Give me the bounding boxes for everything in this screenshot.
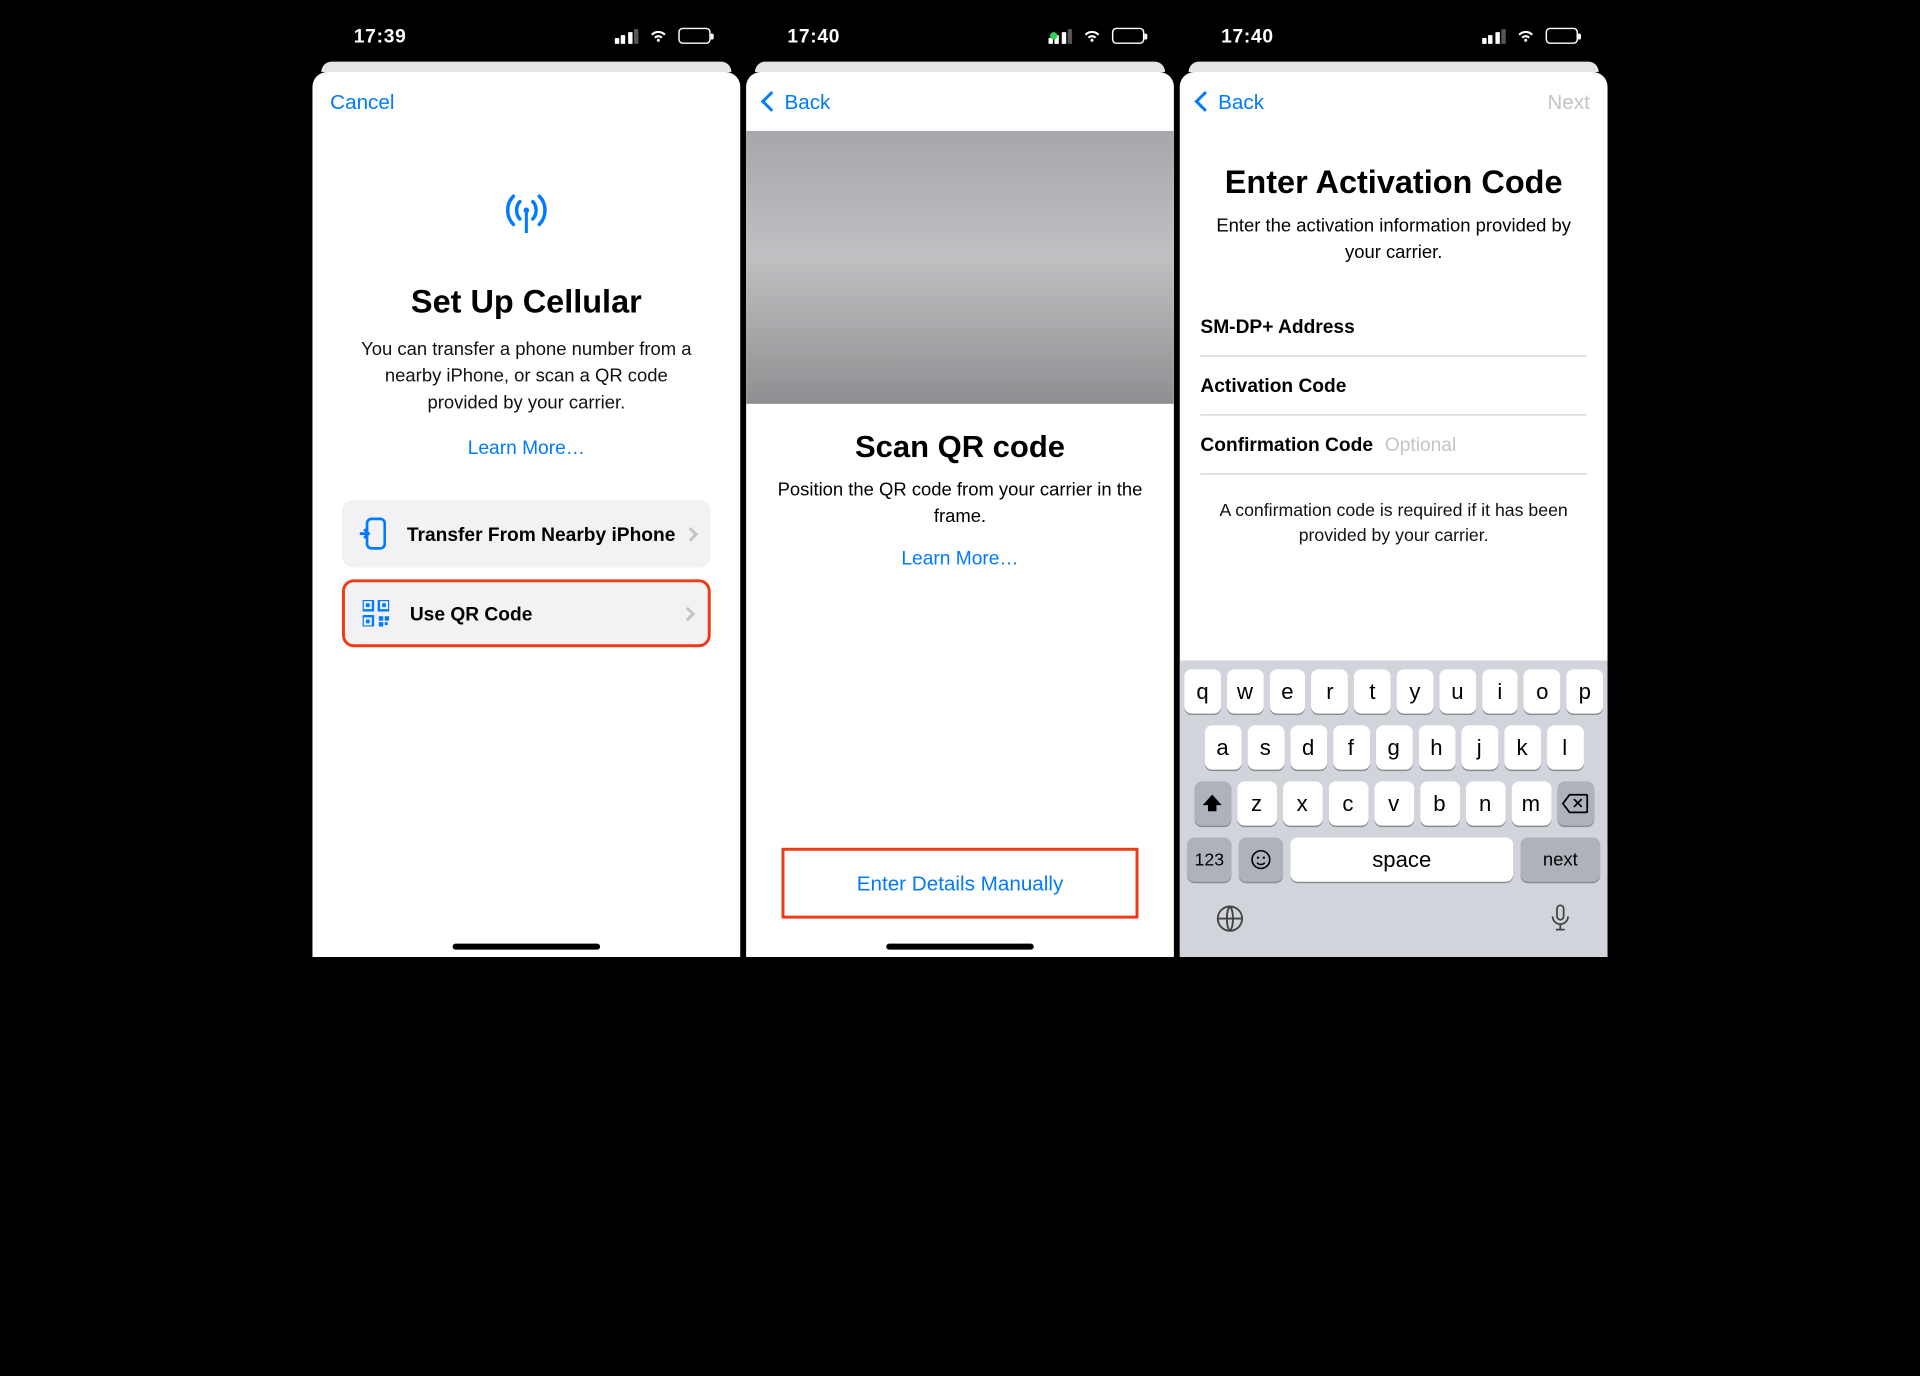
key-y[interactable]: y — [1397, 669, 1434, 713]
key-p[interactable]: p — [1567, 669, 1604, 713]
home-indicator[interactable] — [453, 944, 601, 950]
key-d[interactable]: d — [1290, 725, 1327, 769]
learn-more-link[interactable]: Learn More… — [468, 437, 585, 459]
status-bar: 17:40 — [743, 10, 1177, 62]
status-time: 17:40 — [1221, 25, 1274, 47]
nav-bar: Back Next — [1180, 72, 1608, 131]
option-transfer-nearby[interactable]: Transfer From Nearby iPhone — [342, 500, 711, 568]
camera-viewfinder — [746, 131, 1174, 404]
key-b[interactable]: b — [1419, 781, 1459, 825]
page-title: Enter Activation Code — [1200, 163, 1586, 201]
chevron-right-icon — [684, 527, 699, 542]
back-button[interactable]: Back — [1197, 90, 1264, 114]
key-i[interactable]: i — [1482, 669, 1519, 713]
key-v[interactable]: v — [1374, 781, 1414, 825]
qr-code-icon — [360, 601, 392, 628]
wifi-icon — [1515, 25, 1537, 47]
key-s[interactable]: s — [1247, 725, 1284, 769]
keyboard: qwertyuiop asdfghjkl zxcvbnm 123 space n… — [1180, 660, 1608, 956]
key-a[interactable]: a — [1204, 725, 1241, 769]
nav-bar: Cancel — [312, 72, 740, 131]
space-key[interactable]: space — [1290, 837, 1513, 881]
globe-key[interactable] — [1214, 902, 1246, 942]
cellular-icon — [494, 187, 559, 240]
field-placeholder: Optional — [1385, 433, 1456, 455]
key-e[interactable]: e — [1269, 669, 1306, 713]
option-label: Transfer From Nearby iPhone — [407, 523, 676, 545]
backspace-key[interactable] — [1557, 781, 1594, 825]
dictation-key[interactable] — [1547, 902, 1574, 942]
key-u[interactable]: u — [1439, 669, 1476, 713]
key-l[interactable]: l — [1546, 725, 1583, 769]
status-time: 17:40 — [787, 25, 840, 47]
cellular-signal-icon — [1481, 28, 1505, 43]
page-subtitle: You can transfer a phone number from a n… — [327, 336, 725, 416]
key-k[interactable]: k — [1504, 725, 1541, 769]
confirmation-code-field[interactable]: Confirmation Code Optional — [1200, 416, 1586, 475]
page-title: Set Up Cellular — [327, 283, 725, 321]
field-label: Confirmation Code — [1200, 433, 1373, 455]
next-key[interactable]: next — [1521, 837, 1601, 881]
page-title: Scan QR code — [767, 430, 1153, 465]
key-t[interactable]: t — [1354, 669, 1391, 713]
key-q[interactable]: q — [1184, 669, 1221, 713]
key-h[interactable]: h — [1418, 725, 1455, 769]
key-o[interactable]: o — [1524, 669, 1561, 713]
emoji-key[interactable] — [1239, 837, 1283, 881]
activation-code-field[interactable]: Activation Code — [1200, 357, 1586, 416]
field-hint: A confirmation code is required if it ha… — [1200, 475, 1586, 548]
key-c[interactable]: c — [1328, 781, 1368, 825]
key-j[interactable]: j — [1461, 725, 1498, 769]
battery-icon — [1546, 28, 1578, 44]
enter-details-manually-button[interactable]: Enter Details Manually — [782, 848, 1139, 919]
key-r[interactable]: r — [1312, 669, 1349, 713]
chevron-left-icon — [1194, 91, 1215, 112]
field-label: SM-DP+ Address — [1200, 315, 1354, 337]
key-m[interactable]: m — [1511, 781, 1551, 825]
status-time: 17:39 — [354, 25, 407, 47]
home-indicator[interactable] — [886, 944, 1034, 950]
key-z[interactable]: z — [1237, 781, 1277, 825]
status-bar: 17:39 — [310, 10, 744, 62]
shift-key[interactable] — [1194, 781, 1231, 825]
cancel-button[interactable]: Cancel — [330, 90, 394, 114]
camera-active-indicator — [1050, 32, 1057, 39]
nav-bar: Back — [746, 72, 1174, 131]
transfer-icon — [357, 518, 389, 550]
next-button[interactable]: Next — [1547, 90, 1589, 114]
chevron-right-icon — [681, 607, 696, 622]
option-use-qr-code[interactable]: Use QR Code — [342, 580, 711, 648]
key-g[interactable]: g — [1375, 725, 1412, 769]
key-n[interactable]: n — [1465, 781, 1505, 825]
wifi-icon — [1081, 25, 1103, 47]
wifi-icon — [647, 25, 669, 47]
key-x[interactable]: x — [1282, 781, 1322, 825]
smdp-address-field[interactable]: SM-DP+ Address — [1200, 298, 1586, 357]
page-subtitle: Position the QR code from your carrier i… — [767, 478, 1153, 530]
battery-icon — [1112, 28, 1144, 44]
numbers-key[interactable]: 123 — [1187, 837, 1231, 881]
key-f[interactable]: f — [1332, 725, 1369, 769]
back-button[interactable]: Back — [764, 90, 831, 114]
key-w[interactable]: w — [1227, 669, 1264, 713]
field-label: Activation Code — [1200, 374, 1346, 396]
cellular-signal-icon — [614, 28, 638, 43]
status-bar: 17:40 — [1177, 10, 1611, 62]
battery-icon — [678, 28, 710, 44]
option-label: Use QR Code — [410, 603, 533, 625]
page-subtitle: Enter the activation information provide… — [1200, 214, 1586, 266]
learn-more-link[interactable]: Learn More… — [901, 547, 1018, 569]
chevron-left-icon — [761, 91, 782, 112]
